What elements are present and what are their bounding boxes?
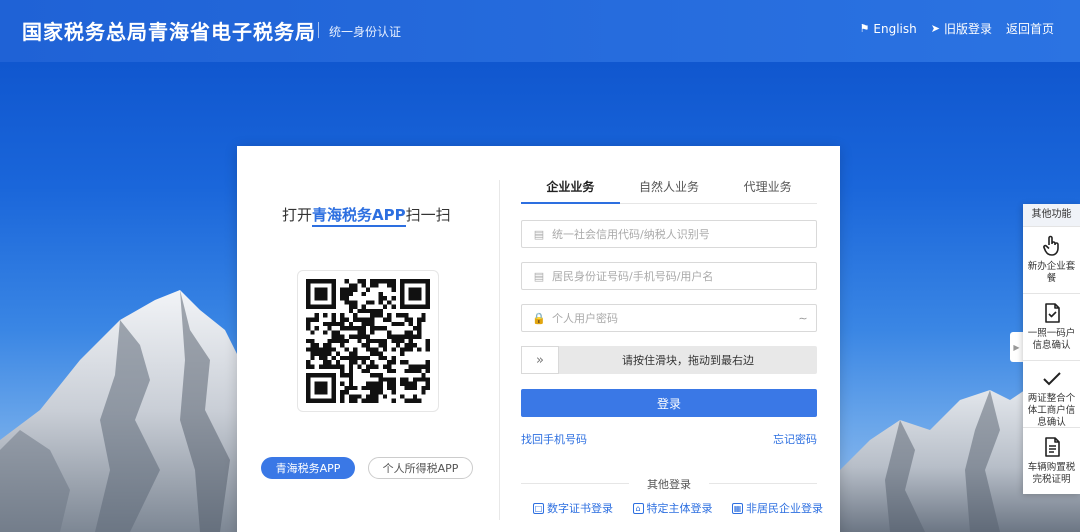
- home-link[interactable]: 返回首页: [1006, 20, 1054, 37]
- slider-hint: 请按住滑块，拖动到最右边: [622, 354, 754, 367]
- personal-income-tax-app-button[interactable]: 个人所得税APP: [368, 457, 473, 479]
- top-links: ⚑ English ➤ 旧版登录 返回首页: [860, 20, 1054, 37]
- title-divider: [318, 22, 319, 38]
- login-button[interactable]: 登录: [521, 389, 817, 417]
- qr-title-prefix: 打开: [282, 206, 313, 224]
- lock-icon: 🔒: [532, 311, 546, 325]
- other-login-title: 其他登录: [521, 476, 817, 492]
- side-item-code-confirm[interactable]: 一照一码户信息确认: [1023, 293, 1080, 360]
- side-panel-title: 其他功能: [1023, 204, 1080, 226]
- tab-enterprise[interactable]: 企业业务: [521, 176, 620, 204]
- tab-individual[interactable]: 自然人业务: [620, 176, 719, 203]
- qr-code-image: [306, 279, 430, 403]
- home-link-label: 返回首页: [1005, 22, 1054, 36]
- non-resident-login-label: 非居民企业登录: [746, 502, 823, 515]
- credit-code-field[interactable]: ▤: [521, 220, 817, 248]
- password-input[interactable]: [552, 311, 790, 325]
- login-tabs: 企业业务 自然人业务 代理业务: [521, 176, 817, 204]
- english-link-label: English: [873, 21, 917, 36]
- digital-cert-login-label: 数字证书登录: [547, 502, 613, 515]
- specific-entity-login-label: 特定主体登录: [646, 502, 713, 515]
- credit-code-input[interactable]: [552, 227, 816, 241]
- document-check-icon: [1039, 300, 1065, 326]
- digital-cert-login-link[interactable]: □ 数字证书登录: [533, 500, 613, 516]
- slide-verify: » 请按住滑块，拖动到最右边: [521, 346, 817, 374]
- qinghai-tax-app-button[interactable]: 青海税务APP: [261, 457, 355, 479]
- login-card: 打开青海税务APP扫一扫 青海税务APP 个人所得税APP 企业业务 自然人业务…: [237, 146, 840, 532]
- building-icon: ▦: [732, 502, 743, 514]
- site-title: 国家税务总局青海省电子税务局: [22, 20, 316, 44]
- document-icon: [1039, 434, 1065, 460]
- id-input[interactable]: [552, 269, 816, 283]
- id-field[interactable]: ▤: [521, 262, 817, 290]
- other-login-title-text: 其他登录: [647, 478, 691, 491]
- header-bar: 国家税务总局青海省电子税务局 统一身份认证 ⚑ English ➤ 旧版登录 返…: [0, 0, 1080, 62]
- side-item-new-enterprise[interactable]: 新办企业套餐: [1023, 226, 1080, 293]
- old-login-link-label: 旧版登录: [943, 22, 992, 36]
- old-login-link[interactable]: ➤ 旧版登录: [931, 20, 992, 37]
- side-item-individual-confirm-label: 两证整合个体工商户信息确认: [1027, 393, 1076, 428]
- vertical-divider: [499, 180, 500, 520]
- house-icon: ⌂: [632, 502, 644, 514]
- side-item-new-enterprise-label: 新办企业套餐: [1027, 261, 1076, 284]
- other-functions-panel: 其他功能 新办企业套餐 一照一码户信息确认 两证整合个体工商户信息确认 车辆购置…: [1023, 204, 1080, 494]
- forgot-password-link[interactable]: 忘记密码: [773, 431, 817, 447]
- hand-pointer-icon: [1039, 233, 1065, 259]
- id-card-icon: ▤: [533, 269, 545, 283]
- eye-closed-icon[interactable]: ∼: [790, 312, 816, 325]
- card-icon: ▤: [533, 227, 545, 241]
- side-item-individual-confirm[interactable]: 两证整合个体工商户信息确认: [1023, 360, 1080, 428]
- tab-agent[interactable]: 代理业务: [718, 176, 817, 203]
- checkmark-icon: [1039, 367, 1065, 391]
- slider-handle[interactable]: »: [521, 346, 559, 374]
- side-item-vehicle-tax-label: 车辆购置税完税证明: [1027, 462, 1076, 485]
- send-icon: ➤: [930, 22, 940, 35]
- qr-code: [297, 270, 439, 412]
- english-link[interactable]: ⚑ English: [860, 20, 917, 37]
- side-item-vehicle-tax[interactable]: 车辆购置税完税证明: [1023, 427, 1080, 494]
- specific-entity-login-link[interactable]: ⌂ 特定主体登录: [632, 500, 713, 516]
- password-field[interactable]: 🔒 ∼: [521, 304, 817, 332]
- side-panel-toggle[interactable]: ▶: [1010, 332, 1023, 362]
- qr-title: 打开青海税务APP扫一扫: [282, 204, 451, 227]
- site-subtitle: 统一身份认证: [329, 25, 402, 39]
- english-flag-icon: ⚑: [859, 22, 870, 35]
- qr-title-app: 青海税务APP: [312, 206, 406, 227]
- other-login-links: □ 数字证书登录 ⌂ 特定主体登录 ▦ 非居民企业登录: [533, 500, 823, 516]
- double-chevron-right-icon: »: [536, 352, 544, 368]
- side-item-code-confirm-label: 一照一码户信息确认: [1027, 328, 1076, 351]
- caret-right-icon: ▶: [1013, 342, 1020, 352]
- find-phone-link[interactable]: 找回手机号码: [521, 431, 587, 447]
- qr-title-suffix: 扫一扫: [405, 206, 451, 224]
- non-resident-login-link[interactable]: ▦ 非居民企业登录: [732, 500, 823, 516]
- certificate-icon: □: [533, 502, 544, 514]
